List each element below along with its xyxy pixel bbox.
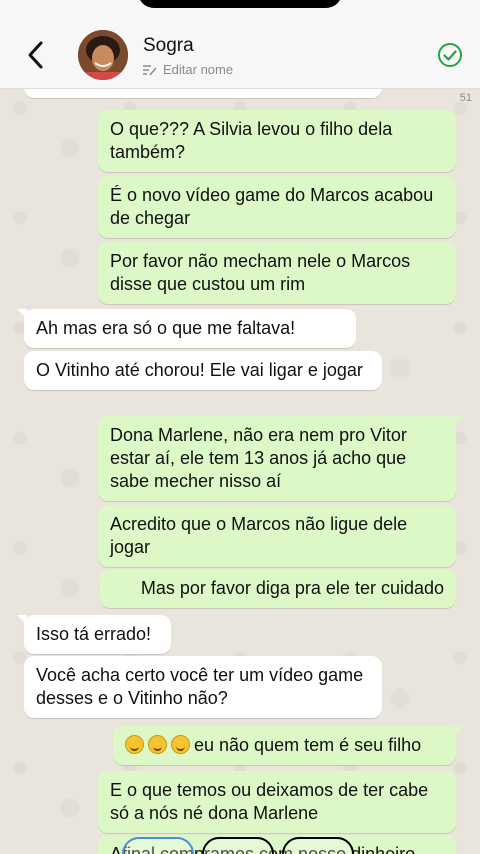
edit-name-label: Editar nome: [163, 62, 234, 77]
message-count: 51: [459, 92, 472, 104]
message-text: eu não quem tem é seu filho: [194, 735, 422, 755]
suggestion-chip[interactable]: [202, 837, 274, 854]
chat-area[interactable]: 51 O que??? A Silvia levou o filho dela …: [0, 88, 480, 854]
message-text: Dona Marlene, não era nem pro Vitor esta…: [110, 425, 407, 491]
verified-button[interactable]: [437, 42, 463, 68]
message-text: O Vitinho até chorou! Ele vai ligar e jo…: [36, 360, 363, 380]
message-bubble[interactable]: Acredito que o Marcos não ligue dele jog…: [98, 505, 456, 567]
edit-pencil-icon: [143, 64, 157, 75]
message-text: O que??? A Silvia levou o filho dela tam…: [110, 119, 393, 162]
message-bubble[interactable]: eu não quem tem é seu filho: [113, 726, 463, 765]
message-text: É o novo vídeo game do Marcos acabou de …: [110, 185, 434, 228]
message-bubble[interactable]: Isso tá errado!: [17, 615, 171, 654]
message-bubble[interactable]: E o que temos ou deixamos de ter cabe só…: [98, 771, 456, 833]
back-button[interactable]: [22, 38, 52, 72]
rolling-laughing-emoji-icon: [171, 735, 190, 754]
message-bubble[interactable]: Você acha certo você ter um vídeo game d…: [24, 656, 382, 718]
chevron-left-icon: [28, 41, 43, 69]
avatar[interactable]: [78, 30, 128, 80]
message-bubble[interactable]: Ah mas era só o que me faltava!: [17, 309, 356, 348]
suggestion-chip[interactable]: [122, 837, 194, 854]
contact-name[interactable]: Sogra: [143, 35, 194, 57]
message-text: Você acha certo você ter um vídeo game d…: [36, 665, 364, 708]
message-bubble[interactable]: O Vitinho até chorou! Ele vai ligar e jo…: [24, 351, 382, 390]
message-bubble[interactable]: Dona Marlene, não era nem pro Vitor esta…: [98, 416, 463, 501]
chat-header: Sogra Editar nome: [0, 0, 480, 89]
message-text: Por favor não mecham nele o Marcos disse…: [110, 251, 411, 294]
message-bubble[interactable]: É o novo vídeo game do Marcos acabou de …: [98, 176, 456, 238]
rolling-laughing-emoji-icon: [125, 735, 144, 754]
message-text: Isso tá errado!: [36, 624, 152, 644]
suggestion-chip[interactable]: [282, 837, 354, 854]
message-text: Acredito que o Marcos não ligue dele jog…: [110, 514, 408, 557]
rolling-laughing-emoji-icon: [148, 735, 167, 754]
partial-message: [24, 88, 382, 98]
message-text: Mas por favor diga pra ele ter cuidado: [140, 578, 444, 598]
edit-name-link[interactable]: Editar nome: [143, 62, 233, 77]
message-text: E o que temos ou deixamos de ter cabe só…: [110, 780, 429, 823]
device-notch: [138, 0, 342, 8]
message-bubble[interactable]: Mas por favor diga pra ele ter cuidado: [100, 569, 456, 608]
message-bubble[interactable]: O que??? A Silvia levou o filho dela tam…: [98, 110, 456, 172]
message-text: Ah mas era só o que me faltava!: [36, 318, 296, 338]
check-circle-icon: [438, 43, 462, 67]
message-bubble[interactable]: Por favor não mecham nele o Marcos disse…: [98, 242, 456, 304]
